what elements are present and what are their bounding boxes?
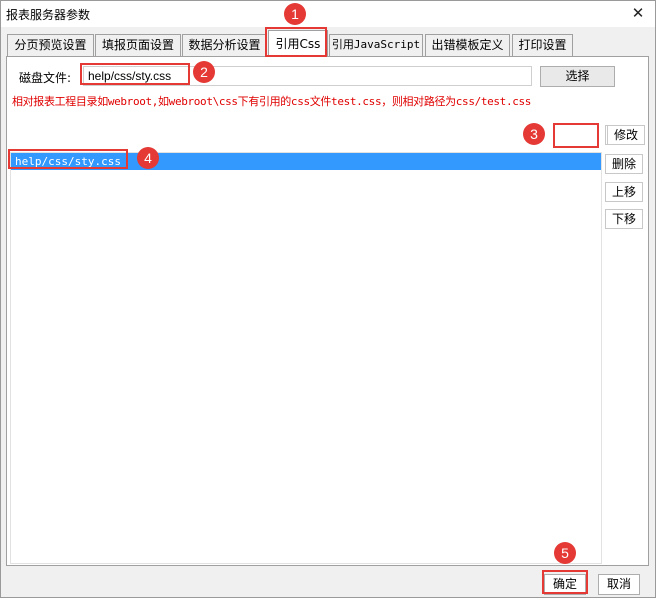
path-hint: 相对报表工程目录如webroot,如webroot\css下有引用的css文件t…	[12, 95, 532, 108]
modify-button[interactable]: 修改	[607, 125, 645, 145]
tab-print-settings[interactable]: 打印设置	[512, 34, 573, 56]
tab-ref-javascript[interactable]: 引用JavaScript	[329, 34, 423, 56]
delete-button[interactable]: 删除	[605, 154, 643, 174]
close-icon[interactable]: ✕	[629, 4, 647, 22]
title-bar: 报表服务器参数 ✕	[1, 1, 655, 27]
server-params-dialog: 报表服务器参数 ✕ 分页预览设置 填报页面设置 数据分析设置 引用Css 引用J…	[0, 0, 656, 598]
tab-ref-css[interactable]: 引用Css	[268, 30, 328, 57]
tab-fill-page[interactable]: 填报页面设置	[95, 34, 181, 56]
step-marker-2: 2	[193, 61, 215, 83]
move-down-button[interactable]: 下移	[605, 209, 643, 229]
step-marker-1: 1	[284, 3, 306, 25]
window-title: 报表服务器参数	[6, 8, 91, 22]
ok-button[interactable]: 确定	[544, 574, 586, 595]
css-panel: 磁盘文件: 选择 相对报表工程目录如webroot,如webroot\css下有…	[6, 56, 649, 566]
css-file-list[interactable]: help/css/sty.css	[10, 152, 602, 564]
cancel-button[interactable]: 取消	[598, 574, 640, 595]
step-marker-3: 3	[523, 123, 545, 145]
tab-data-analysis[interactable]: 数据分析设置	[182, 34, 267, 56]
step-marker-5: 5	[554, 542, 576, 564]
move-up-button[interactable]: 上移	[605, 182, 643, 202]
step-marker-4: 4	[137, 147, 159, 169]
browse-button[interactable]: 选择	[540, 66, 615, 87]
disk-file-label: 磁盘文件:	[19, 71, 72, 85]
list-item[interactable]: help/css/sty.css	[11, 153, 601, 170]
tab-error-template[interactable]: 出错模板定义	[425, 34, 510, 56]
tab-page-preview[interactable]: 分页预览设置	[7, 34, 94, 56]
disk-file-input[interactable]	[83, 66, 532, 86]
